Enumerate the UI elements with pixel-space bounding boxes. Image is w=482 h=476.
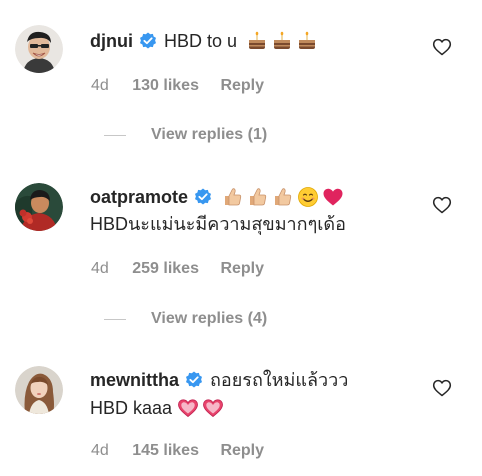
- avatar[interactable]: [15, 25, 63, 73]
- timestamp: 4d: [91, 260, 109, 277]
- view-replies-button[interactable]: View replies (1): [104, 124, 364, 146]
- verified-badge-icon: [139, 32, 157, 50]
- verified-badge-icon: [194, 188, 212, 206]
- view-replies-button[interactable]: View replies (4): [104, 308, 364, 330]
- like-heart-icon[interactable]: [432, 378, 452, 398]
- comment-text: HBD to u: [164, 31, 238, 51]
- comment-text-line2: HBD kaaa: [90, 398, 173, 418]
- comment-meta: 4d 259 likes Reply: [91, 260, 264, 278]
- thumbs-up-emoji: [272, 186, 294, 208]
- timestamp: 4d: [91, 442, 109, 459]
- comment-header: oatpramote: [90, 185, 344, 209]
- heart-emoji: [202, 397, 224, 419]
- comment-text: HBDนะแม่นะมีความสุขมากๆเด้อ: [90, 214, 346, 234]
- heart-emoji: [177, 397, 199, 419]
- username[interactable]: djnui: [90, 29, 133, 53]
- comment-meta: 4d 130 likes Reply: [91, 77, 264, 95]
- reply-button[interactable]: Reply: [220, 77, 264, 95]
- thumbs-up-emoji: [222, 186, 244, 208]
- comment-body: HBD kaaa: [90, 396, 224, 420]
- cake-emoji: [296, 30, 318, 52]
- cake-emoji: [271, 30, 293, 52]
- comment-header: djnui HBD to u: [90, 29, 318, 53]
- smiling-face-emoji: [297, 186, 319, 208]
- divider-line: [104, 319, 126, 320]
- comment-text: ถอยรถใหม่แล้ววว: [210, 370, 349, 390]
- view-replies-label: View replies (1): [151, 126, 268, 143]
- reply-button[interactable]: Reply: [220, 260, 264, 278]
- verified-badge-icon: [185, 371, 203, 389]
- avatar[interactable]: [15, 183, 63, 231]
- username[interactable]: mewnittha: [90, 368, 179, 392]
- like-heart-icon[interactable]: [432, 37, 452, 57]
- reply-button[interactable]: Reply: [220, 442, 264, 460]
- username[interactable]: oatpramote: [90, 185, 188, 209]
- likes-count[interactable]: 145 likes: [132, 442, 199, 460]
- comment-header: mewnittha ถอยรถใหม่แล้ววว: [90, 368, 348, 392]
- likes-count[interactable]: 259 likes: [132, 260, 199, 278]
- likes-count[interactable]: 130 likes: [132, 77, 199, 95]
- avatar[interactable]: [15, 366, 63, 414]
- view-replies-label: View replies (4): [151, 310, 268, 327]
- thumbs-up-emoji: [247, 186, 269, 208]
- like-heart-icon[interactable]: [432, 195, 452, 215]
- divider-line: [104, 135, 126, 136]
- red-heart-emoji: [322, 186, 344, 208]
- cake-emoji: [246, 30, 268, 52]
- comment-body: HBDนะแม่นะมีความสุขมากๆเด้อ: [90, 212, 346, 236]
- timestamp: 4d: [91, 77, 109, 94]
- comment-meta: 4d 145 likes Reply: [91, 442, 264, 460]
